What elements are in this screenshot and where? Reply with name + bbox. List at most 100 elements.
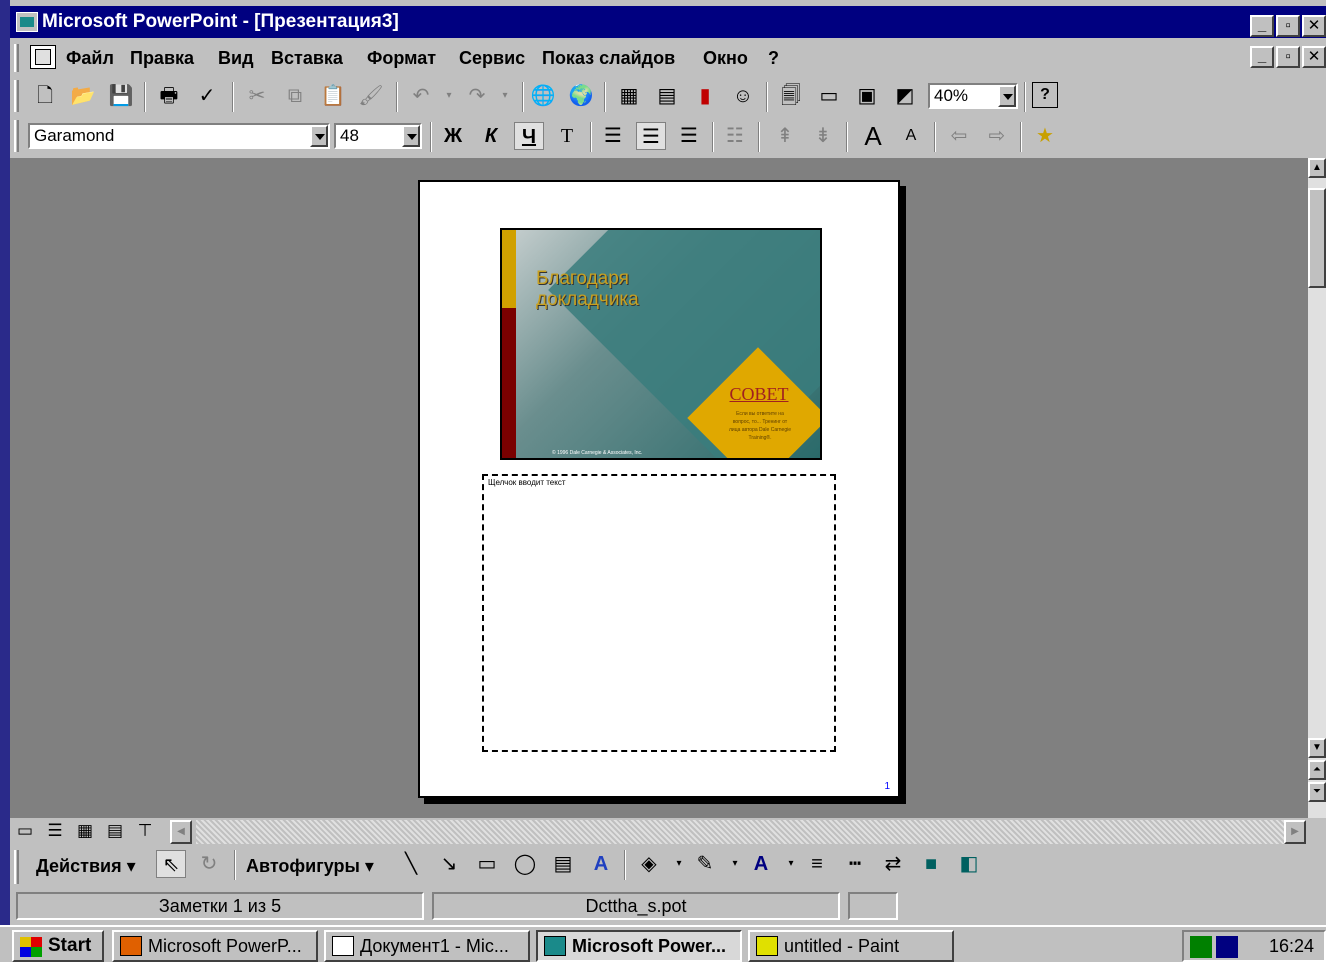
line-icon[interactable]: ╲ bbox=[396, 850, 426, 878]
increase-spacing-icon[interactable]: ⇞ bbox=[770, 122, 800, 150]
wordart-icon[interactable]: A bbox=[586, 850, 616, 878]
align-right-icon[interactable]: ☰ bbox=[674, 122, 704, 150]
hyperlink-icon[interactable]: 🌍 bbox=[566, 82, 596, 110]
free-rotate-icon[interactable]: ↻ bbox=[194, 850, 224, 878]
scroll-thumb[interactable] bbox=[1308, 188, 1326, 288]
dash-style-icon[interactable]: ┅ bbox=[840, 850, 870, 878]
arrow-style-icon[interactable]: ⇄ bbox=[878, 850, 908, 878]
apply-design-icon[interactable]: ▣ bbox=[852, 82, 882, 110]
decrease-spacing-icon[interactable]: ⇟ bbox=[808, 122, 838, 150]
title-bar[interactable]: Microsoft PowerPoint - [Презентация3] _ … bbox=[10, 6, 1326, 38]
start-button[interactable]: Start bbox=[12, 930, 104, 962]
font-color-icon[interactable]: A bbox=[746, 850, 776, 878]
rectangle-icon[interactable]: ▭ bbox=[472, 850, 502, 878]
web-toolbar-icon[interactable]: 🌐 bbox=[528, 82, 558, 110]
menu-tools[interactable]: Сервис bbox=[459, 48, 525, 69]
underline-button[interactable]: Ч bbox=[514, 122, 544, 150]
decrease-font-size-icon[interactable]: A bbox=[896, 122, 926, 150]
line-color-icon[interactable]: ✎ bbox=[690, 850, 720, 878]
spellcheck-icon[interactable]: ✓ bbox=[192, 82, 222, 110]
task-word-document[interactable]: Документ1 - Mic... bbox=[324, 930, 530, 962]
bold-button[interactable]: Ж bbox=[438, 122, 468, 150]
3d-icon[interactable]: ◧ bbox=[954, 850, 984, 878]
align-left-icon[interactable]: ☰ bbox=[598, 122, 628, 150]
text-box-icon[interactable]: ▤ bbox=[548, 850, 578, 878]
menu-window[interactable]: Окно bbox=[703, 48, 748, 69]
menu-grip[interactable] bbox=[14, 44, 19, 72]
clock[interactable]: 16:24 bbox=[1269, 932, 1314, 960]
undo-icon[interactable]: ↶ bbox=[406, 82, 436, 110]
previous-slide-icon[interactable]: ⏶ bbox=[1308, 760, 1326, 780]
insert-chart-icon[interactable]: ▮ bbox=[690, 82, 720, 110]
task-powerpoint-active[interactable]: Microsoft Power... bbox=[536, 930, 742, 962]
task-powerpoint-1[interactable]: Microsoft PowerP... bbox=[112, 930, 318, 962]
new-slide-icon[interactable]: 🗐 bbox=[776, 82, 806, 110]
horizontal-scrollbar[interactable]: ◀ ▶ bbox=[170, 820, 1306, 844]
network-icon[interactable] bbox=[1190, 936, 1212, 958]
new-document-icon[interactable]: 🗋 bbox=[30, 82, 60, 110]
shadow-icon[interactable]: ■ bbox=[916, 850, 946, 878]
copy-icon[interactable]: ⧉ bbox=[280, 82, 310, 110]
doc-minimize-button[interactable]: _ bbox=[1250, 46, 1274, 68]
powerpoint-app-icon[interactable] bbox=[16, 12, 38, 32]
slide-thumbnail[interactable]: Благодаря докладчика СОВЕТ Если вы ответ… bbox=[500, 228, 822, 460]
menu-view[interactable]: Вид bbox=[218, 48, 254, 69]
doc-restore-button[interactable]: ▫ bbox=[1276, 46, 1300, 68]
format-painter-icon[interactable]: 🖌 bbox=[356, 82, 386, 110]
outline-view-icon[interactable]: ☰ bbox=[42, 820, 68, 844]
menu-file[interactable]: Файл bbox=[66, 48, 114, 69]
menu-slideshow[interactable]: Показ слайдов bbox=[542, 48, 675, 69]
black-white-view-icon[interactable]: ◩ bbox=[890, 82, 920, 110]
notes-placeholder[interactable]: Щелчок вводит текст bbox=[482, 474, 836, 752]
help-icon[interactable]: ? bbox=[1032, 82, 1058, 108]
menu-format[interactable]: Формат bbox=[367, 48, 436, 69]
autoshapes-menu[interactable]: Автофигуры ▾ bbox=[246, 856, 374, 877]
next-slide-icon[interactable]: ⏷ bbox=[1308, 782, 1326, 802]
print-icon[interactable]: 🖶 bbox=[154, 82, 184, 110]
toolbar-grip[interactable] bbox=[14, 120, 19, 152]
language-icon[interactable] bbox=[1216, 936, 1238, 958]
font-name-combo[interactable]: Garamond bbox=[28, 123, 330, 149]
fill-color-icon[interactable]: ◈ bbox=[634, 850, 664, 878]
scroll-right-icon[interactable]: ▶ bbox=[1284, 820, 1306, 844]
bullets-icon[interactable]: ☷ bbox=[720, 122, 750, 150]
undo-dropdown-icon[interactable]: ▾ bbox=[434, 82, 464, 110]
menu-edit[interactable]: Правка bbox=[130, 48, 194, 69]
notes-page[interactable]: Благодаря докладчика СОВЕТ Если вы ответ… bbox=[418, 180, 900, 798]
scroll-down-icon[interactable]: ▼ bbox=[1308, 738, 1326, 758]
scroll-up-icon[interactable]: ▲ bbox=[1308, 158, 1326, 178]
document-icon[interactable] bbox=[30, 45, 56, 69]
slide-layout-icon[interactable]: ▭ bbox=[814, 82, 844, 110]
maximize-button[interactable]: ▫ bbox=[1276, 15, 1300, 37]
notes-page-view-icon[interactable]: ▤ bbox=[102, 820, 128, 844]
vertical-scrollbar[interactable]: ▲ ▼ ⏶ ⏷ bbox=[1308, 158, 1326, 818]
paste-icon[interactable]: 📋 bbox=[318, 82, 348, 110]
save-icon[interactable]: 💾 bbox=[106, 82, 136, 110]
insert-clipart-icon[interactable]: ☺ bbox=[728, 82, 758, 110]
task-paint[interactable]: untitled - Paint bbox=[748, 930, 954, 962]
redo-icon[interactable]: ↷ bbox=[462, 82, 492, 110]
slide-show-view-icon[interactable]: ⊤ bbox=[132, 820, 158, 844]
font-size-combo[interactable]: 48 bbox=[334, 123, 422, 149]
increase-font-size-icon[interactable]: A bbox=[858, 122, 888, 150]
shadow-button[interactable]: Т bbox=[552, 122, 582, 150]
italic-button[interactable]: К bbox=[476, 122, 506, 150]
insert-word-table-icon[interactable]: ▦ bbox=[614, 82, 644, 110]
insert-excel-sheet-icon[interactable]: ▤ bbox=[652, 82, 682, 110]
promote-icon[interactable]: ⇦ bbox=[944, 122, 974, 150]
align-center-icon[interactable]: ☰ bbox=[636, 122, 666, 150]
line-style-icon[interactable]: ≡ bbox=[802, 850, 832, 878]
arrow-icon[interactable]: ↘ bbox=[434, 850, 464, 878]
menu-insert[interactable]: Вставка bbox=[271, 48, 343, 69]
close-button[interactable]: ✕ bbox=[1302, 15, 1326, 37]
toolbar-grip[interactable] bbox=[14, 850, 19, 884]
scroll-left-icon[interactable]: ◀ bbox=[170, 820, 192, 844]
oval-icon[interactable]: ◯ bbox=[510, 850, 540, 878]
zoom-combo[interactable]: 40% bbox=[928, 83, 1018, 109]
size-dropdown-icon[interactable] bbox=[402, 125, 420, 147]
minimize-button[interactable]: _ bbox=[1250, 15, 1274, 37]
redo-dropdown-icon[interactable]: ▾ bbox=[490, 82, 520, 110]
slide-sorter-view-icon[interactable]: ▦ bbox=[72, 820, 98, 844]
animation-effects-icon[interactable]: ★ bbox=[1030, 122, 1060, 150]
demote-icon[interactable]: ⇨ bbox=[982, 122, 1012, 150]
